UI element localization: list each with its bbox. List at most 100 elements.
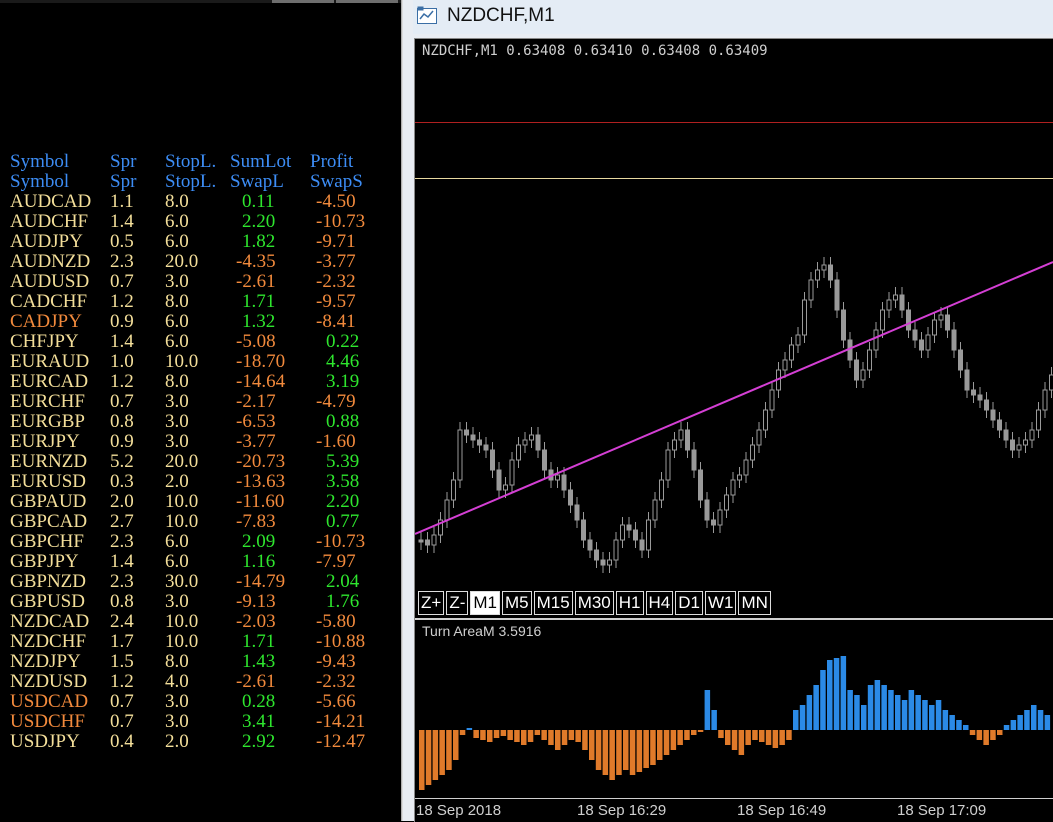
zoom-out-button[interactable]: Z- bbox=[446, 591, 468, 615]
header-swaplong: SwapL bbox=[230, 172, 284, 192]
histogram-bar bbox=[501, 730, 507, 736]
sumlot-cell: -18.70 bbox=[236, 352, 285, 372]
candle-body bbox=[952, 330, 956, 350]
stoplevel-cell: 8.0 bbox=[165, 652, 189, 672]
candle-body bbox=[796, 335, 800, 345]
candle-body bbox=[991, 410, 995, 420]
timeframe-h1[interactable]: H1 bbox=[616, 591, 644, 615]
candle-body bbox=[725, 495, 729, 510]
horizontal-line-yellow[interactable] bbox=[415, 178, 1053, 179]
candle-body bbox=[764, 410, 768, 430]
panel-tab-2[interactable] bbox=[336, 0, 398, 3]
timeframe-m1[interactable]: M1 bbox=[470, 591, 500, 615]
timeframe-m30[interactable]: M30 bbox=[575, 591, 614, 615]
stoplevel-cell: 3.0 bbox=[165, 712, 189, 732]
histogram-bar bbox=[1038, 710, 1044, 730]
candle-body bbox=[569, 490, 573, 505]
profit-cell: 2.20 bbox=[326, 492, 359, 512]
histogram-bar bbox=[643, 730, 649, 768]
symbol-cell: CHFJPY bbox=[10, 332, 79, 352]
horizontal-line-red[interactable] bbox=[415, 122, 1053, 123]
symbol-cell: EURJPY bbox=[10, 432, 80, 452]
sumlot-cell: -4.35 bbox=[236, 252, 276, 272]
spread-cell: 0.7 bbox=[110, 692, 134, 712]
candle-body bbox=[517, 445, 521, 460]
candle-body bbox=[673, 440, 677, 450]
timeframe-m15[interactable]: M15 bbox=[534, 591, 573, 615]
histogram-bar bbox=[725, 730, 731, 745]
candle-body bbox=[712, 520, 716, 525]
histogram-bar bbox=[507, 730, 513, 740]
profit-cell: -12.47 bbox=[316, 732, 365, 752]
candle-body bbox=[822, 265, 826, 270]
chart-titlebar[interactable]: NZDCHF,M1 bbox=[413, 0, 1053, 34]
candle-body bbox=[783, 360, 787, 370]
candle-body bbox=[1011, 440, 1015, 450]
spread-cell: 0.7 bbox=[110, 272, 134, 292]
histogram-bar bbox=[977, 730, 983, 740]
time-tick-label: 18 Sep 2018 bbox=[416, 802, 501, 819]
candle-body bbox=[536, 435, 540, 450]
profit-cell: 2.04 bbox=[326, 572, 359, 592]
sumlot-cell: -3.77 bbox=[236, 432, 276, 452]
timeframe-w1[interactable]: W1 bbox=[705, 591, 737, 615]
spread-cell: 0.9 bbox=[110, 432, 134, 452]
timeframe-d1[interactable]: D1 bbox=[675, 591, 703, 615]
sumlot-cell: -11.60 bbox=[236, 492, 284, 512]
histogram-bar bbox=[677, 730, 683, 745]
symbol-cell: EURCAD bbox=[10, 372, 88, 392]
candle-body bbox=[588, 540, 592, 550]
sumlot-cell: 1.82 bbox=[242, 232, 275, 252]
symbol-cell: AUDCAD bbox=[10, 192, 91, 212]
stoplevel-cell: 3.0 bbox=[165, 432, 189, 452]
histogram-bar bbox=[990, 730, 996, 740]
histogram-bar bbox=[657, 730, 663, 760]
histogram-bar bbox=[1011, 720, 1017, 730]
candle-body bbox=[861, 370, 865, 380]
indicator-histogram[interactable] bbox=[415, 640, 1053, 796]
histogram-bar bbox=[881, 685, 887, 730]
histogram-bar bbox=[888, 690, 894, 730]
profit-cell: -10.73 bbox=[316, 212, 365, 232]
profit-cell: 3.19 bbox=[326, 372, 359, 392]
spread-cell: 0.7 bbox=[110, 712, 134, 732]
chart-window-title: NZDCHF,M1 bbox=[447, 5, 555, 27]
histogram-bar bbox=[779, 730, 785, 745]
histogram-bar bbox=[575, 730, 581, 742]
spread-cell: 0.3 bbox=[110, 472, 134, 492]
histogram-bar bbox=[467, 728, 473, 730]
profit-cell: -8.41 bbox=[316, 312, 356, 332]
indicator-separator[interactable] bbox=[415, 618, 1053, 620]
candle-body bbox=[751, 445, 755, 460]
histogram-bar bbox=[480, 730, 486, 740]
panel-tab-1[interactable] bbox=[272, 0, 334, 3]
timeframe-bar: Z+Z-M1M5M15M30H1H4D1W1MN bbox=[418, 591, 771, 615]
candle-body bbox=[835, 280, 839, 310]
spread-cell: 1.2 bbox=[110, 372, 134, 392]
price-chart[interactable] bbox=[415, 240, 1053, 590]
histogram-bar bbox=[956, 720, 962, 730]
candle-body bbox=[757, 430, 761, 445]
candle-body bbox=[582, 520, 586, 540]
sumlot-cell: -14.64 bbox=[236, 372, 285, 392]
profit-cell: 0.77 bbox=[326, 512, 359, 532]
candle-body bbox=[881, 310, 885, 330]
sumlot-cell: 1.71 bbox=[242, 632, 275, 652]
histogram-bar bbox=[494, 730, 500, 738]
stoplevel-cell: 3.0 bbox=[165, 592, 189, 612]
timeframe-mn[interactable]: MN bbox=[738, 591, 770, 615]
candle-body bbox=[608, 560, 612, 565]
stoplevel-cell: 6.0 bbox=[165, 332, 189, 352]
profit-cell: -1.60 bbox=[316, 432, 356, 452]
sumlot-cell: 3.41 bbox=[242, 712, 275, 732]
histogram-bar bbox=[603, 730, 609, 775]
sumlot-cell: -2.03 bbox=[236, 612, 276, 632]
timeframe-m5[interactable]: M5 bbox=[502, 591, 532, 615]
histogram-bar bbox=[943, 710, 949, 730]
profit-cell: 0.88 bbox=[326, 412, 359, 432]
timeframe-h4[interactable]: H4 bbox=[646, 591, 674, 615]
sumlot-cell: -7.83 bbox=[236, 512, 276, 532]
candle-body bbox=[913, 330, 917, 340]
candle-body bbox=[1017, 445, 1021, 450]
zoom-in-button[interactable]: Z+ bbox=[418, 591, 444, 615]
